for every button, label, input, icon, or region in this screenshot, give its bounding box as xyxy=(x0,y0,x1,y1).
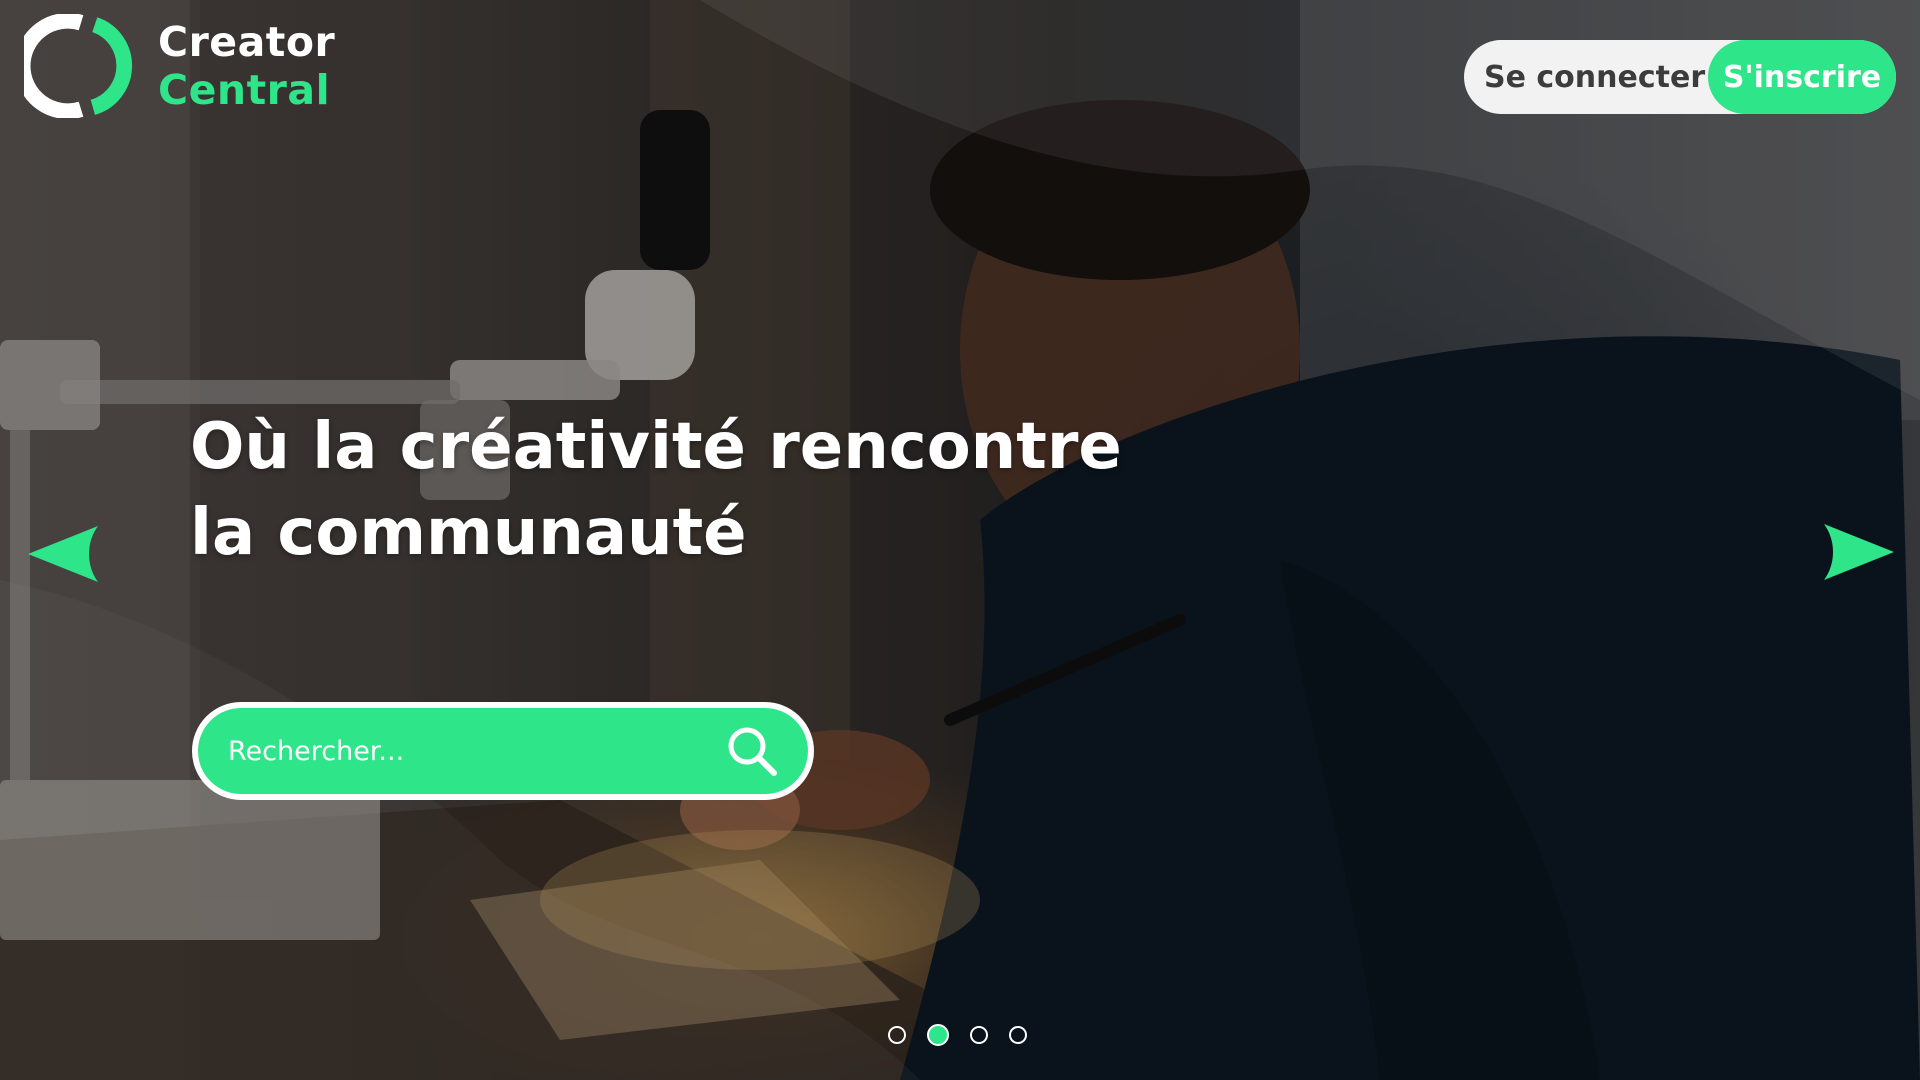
search-bar xyxy=(192,702,814,800)
brand-name-line1: Creator xyxy=(158,18,336,66)
brand-name: Creator Central xyxy=(158,18,335,114)
carousel-dot[interactable] xyxy=(970,1026,988,1044)
brand-logo[interactable]: Creator Central xyxy=(24,14,335,118)
logo-mark-icon xyxy=(24,14,133,118)
search-input[interactable] xyxy=(226,734,724,768)
brand-name-line2: Central xyxy=(158,66,331,114)
arrow-right-icon[interactable] xyxy=(1818,522,1896,582)
hero-section: Creator Central Se connecter S'inscrire … xyxy=(0,0,1920,1080)
carousel-dot[interactable] xyxy=(1009,1026,1027,1044)
hero-headline-line2: la communauté xyxy=(190,496,747,570)
search-icon[interactable] xyxy=(724,723,780,779)
hero-headline-line1: Où la créativité rencontre xyxy=(190,410,1122,484)
carousel-indicators xyxy=(888,1024,1048,1046)
auth-buttons: Se connecter S'inscrire xyxy=(1464,40,1896,114)
carousel-dot[interactable] xyxy=(888,1026,906,1044)
hero-headline: Où la créativité rencontre la communauté xyxy=(190,404,1290,576)
arrow-left-icon[interactable] xyxy=(26,524,104,584)
carousel-dot-active[interactable] xyxy=(927,1024,949,1046)
signup-button[interactable]: S'inscrire xyxy=(1708,40,1896,114)
login-button[interactable]: Se connecter xyxy=(1464,40,1725,114)
